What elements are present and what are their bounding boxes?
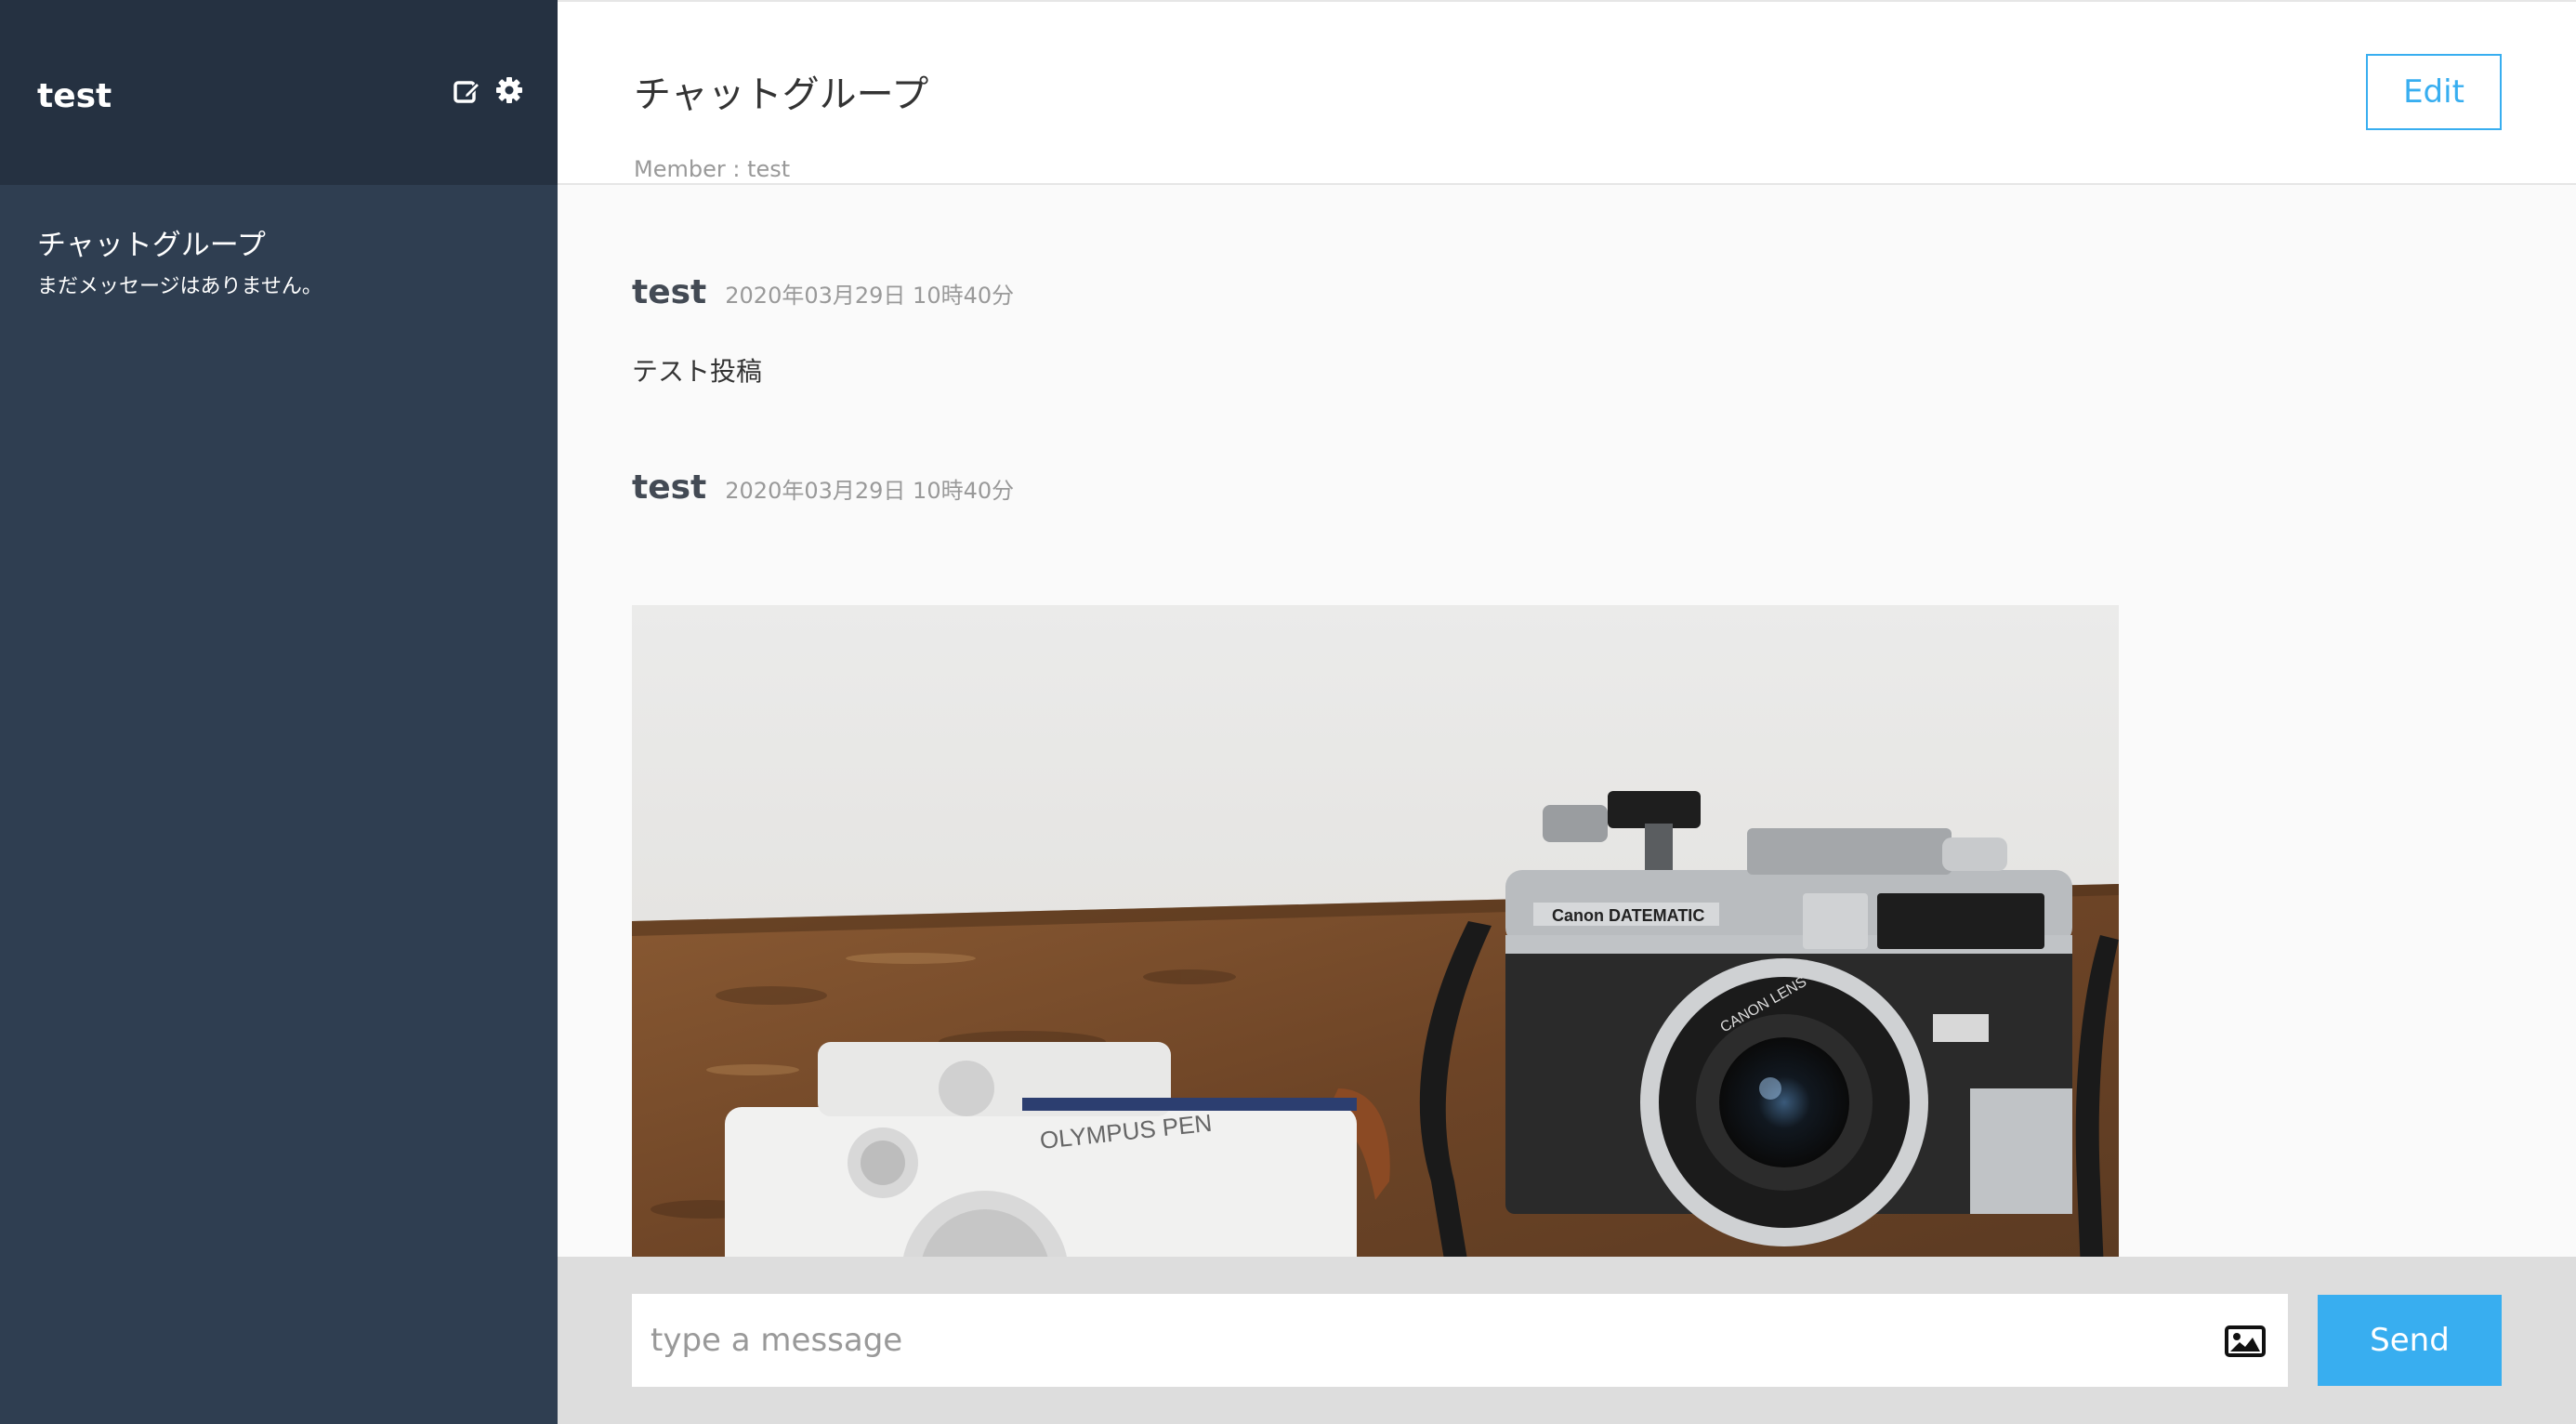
edit-button[interactable]: Edit [2366,54,2502,130]
message-input-wrapper [632,1294,2288,1387]
message-meta: test 2020年03月29日 10時40分 [632,269,1014,317]
member-label: Member : [634,156,748,182]
svg-text:Canon DATEMATIC: Canon DATEMATIC [1552,906,1704,925]
image-icon[interactable] [2225,1325,2266,1357]
message-date: 2020年03月29日 10時40分 [725,283,1015,309]
message-item: test 2020年03月29日 10時40分 [632,464,1014,512]
message-form: Send [558,1257,2576,1424]
group-name: チャットグループ [37,229,266,262]
group-last-message: まだメッセージはありません。 [37,275,322,298]
message-item: test 2020年03月29日 10時40分 テスト投稿 [632,269,1014,391]
message-meta: test 2020年03月29日 10時40分 [632,464,1014,512]
message-text: テスト投稿 [632,356,763,387]
sidebar-header: test [0,0,558,185]
sidebar-header-icons [453,76,525,106]
member-list: Member : test [634,152,790,186]
message-date: 2020年03月29日 10時40分 [725,478,1015,504]
member-names: test [747,156,791,182]
sidebar: test チャットグループ まだメッセージはありません。 [0,0,558,1424]
send-button[interactable]: Send [2318,1295,2502,1386]
edit-icon[interactable] [453,76,482,106]
message-list[interactable]: test 2020年03月29日 10時40分 テスト投稿 test 2020年… [558,185,2576,1259]
message-user: test [632,468,707,507]
gear-icon[interactable] [495,76,525,106]
message-image: Canon DATEMATIC CANON LENS OLYMPUS PEN [632,605,2119,1259]
chat-header: チャットグループ Member : test Edit [558,0,2576,185]
message-user: test [632,273,707,311]
message-input[interactable] [632,1294,2288,1387]
current-user-name: test [37,77,112,115]
page-title: チャットグループ [634,73,929,116]
sidebar-group-item[interactable]: チャットグループ まだメッセージはありません。 [0,185,558,304]
